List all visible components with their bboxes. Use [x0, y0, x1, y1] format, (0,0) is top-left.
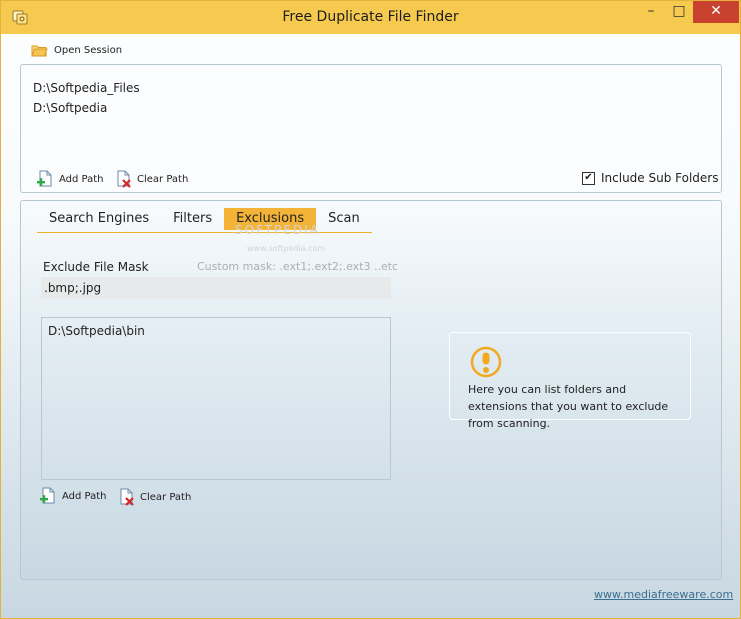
exclamation-icon [470, 346, 502, 378]
exclude-mask-input[interactable]: .bmp;.jpg [41, 277, 391, 299]
clear-file-icon [120, 488, 134, 506]
include-subfolders-label: Include Sub Folders [601, 171, 719, 185]
info-box: Here you can list folders and extensions… [449, 332, 691, 430]
path-item[interactable]: D:\Softpedia_Files [33, 81, 140, 95]
excluded-folders-list[interactable]: D:\Softpedia\bin [41, 317, 391, 480]
add-file-icon [37, 170, 52, 187]
clear-file-icon [117, 170, 131, 188]
add-path-label: Add Path [62, 490, 107, 502]
close-button[interactable]: ✕ [693, 1, 739, 23]
open-session-button[interactable]: Open Session [31, 42, 122, 58]
include-subfolders-checkbox[interactable]: ✔ [582, 171, 595, 185]
minimize-button[interactable]: – [637, 1, 665, 23]
exclusion-clear-path-button[interactable]: Clear Path [118, 488, 191, 506]
website-link[interactable]: www.mediafreeware.com [594, 588, 733, 601]
maximize-button[interactable]: □ [665, 1, 693, 23]
list-item[interactable]: D:\Softpedia\bin [48, 324, 145, 338]
clear-path-button[interactable]: Clear Path [115, 170, 188, 188]
search-paths-panel: D:\Softpedia_Files D:\Softpedia Add Path… [20, 64, 722, 193]
path-item[interactable]: D:\Softpedia [33, 101, 107, 115]
info-text: Here you can list folders and extensions… [468, 383, 669, 430]
open-session-label: Open Session [54, 44, 123, 56]
watermark: SOFTPEDIA [235, 223, 320, 237]
add-path-button[interactable]: Add Path [37, 170, 104, 188]
watermark-url: www.softpedia.com [247, 244, 326, 253]
app-window: Free Duplicate File Finder – □ ✕ Open Se… [0, 0, 741, 619]
clear-path-label: Clear Path [140, 491, 192, 503]
options-panel: Search Engines Filters Exclusions Scan S… [20, 200, 722, 580]
exclude-mask-label: Exclude File Mask [43, 260, 149, 274]
exclusion-add-path-button[interactable]: Add Path [40, 487, 107, 505]
tab-search-engines[interactable]: Search Engines [37, 208, 161, 230]
tab-scan[interactable]: Scan [316, 208, 372, 230]
include-subfolders-option[interactable]: ✔ Include Sub Folders [582, 171, 719, 185]
title-bar[interactable]: Free Duplicate File Finder – □ ✕ [1, 1, 740, 34]
folder-open-icon [31, 45, 48, 56]
window-title: Free Duplicate File Finder [282, 9, 459, 25]
add-file-icon [40, 487, 55, 504]
tab-filters[interactable]: Filters [161, 208, 224, 230]
tab-bar: Search Engines Filters Exclusions Scan [37, 208, 372, 233]
add-path-label: Add Path [59, 173, 104, 185]
exclude-mask-hint: Custom mask: .ext1;.ext2;.ext3 ..etc [197, 260, 399, 273]
clear-path-label: Clear Path [137, 173, 189, 185]
